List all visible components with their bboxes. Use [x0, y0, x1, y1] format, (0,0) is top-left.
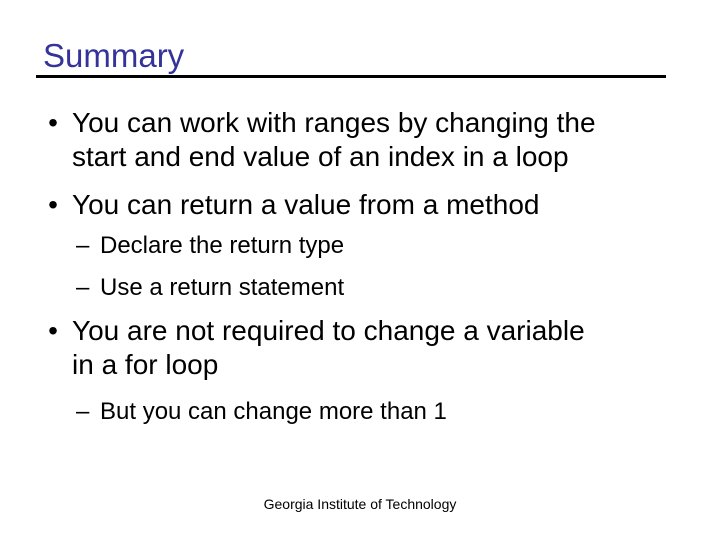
sub-bullet-text: Declare the return type: [100, 232, 345, 259]
sub-bullet-item: – But you can change more than 1: [76, 397, 676, 427]
bullet-marker: •: [48, 315, 58, 346]
bullet-text: You can return a value from a method: [72, 189, 540, 220]
sub-bullet-marker: –: [76, 274, 90, 301]
bullet-item: • You can return a value from a method: [36, 188, 696, 222]
bullet-item: • You can work with ranges by changing t…: [36, 106, 696, 174]
sub-bullet-item: – Declare the return type: [76, 231, 676, 261]
bullet-marker: •: [48, 189, 58, 220]
sub-bullet-marker: –: [76, 232, 90, 259]
bullet-text-line: You are not required to change a variabl…: [72, 315, 585, 346]
bullet-text-line: in a for loop: [72, 349, 219, 380]
sub-bullet-text: But you can change more than 1: [100, 398, 447, 425]
bullet-text-line: You can work with ranges by changing the: [72, 107, 596, 138]
bullet-item: • You are not required to change a varia…: [36, 314, 696, 382]
sub-bullet-item: – Use a return statement: [76, 273, 676, 303]
slide-footer: Georgia Institute of Technology: [263, 496, 457, 512]
title-underline: [36, 75, 666, 78]
slide-title: Summary: [43, 37, 185, 74]
sub-bullet-marker: –: [76, 398, 90, 425]
bullet-marker: •: [48, 107, 58, 138]
sub-bullet-text: Use a return statement: [100, 274, 345, 301]
bullet-text-line: start and end value of an index in a loo…: [72, 141, 569, 172]
